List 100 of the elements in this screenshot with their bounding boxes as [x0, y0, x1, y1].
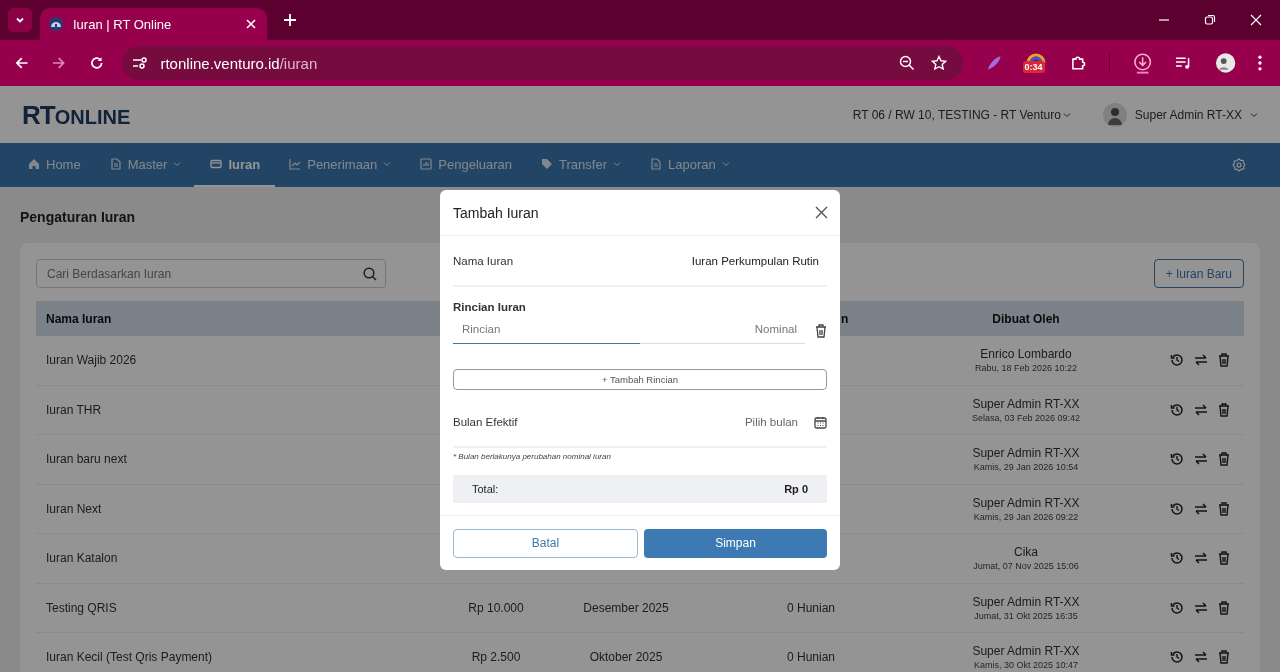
search-field[interactable]: Cari Berdasarkan Iuran	[36, 259, 386, 288]
delete-icon[interactable]	[1218, 501, 1230, 516]
back-icon[interactable]	[14, 55, 30, 71]
creator-name: Super Admin RT-XX	[972, 495, 1080, 510]
home-icon	[28, 158, 40, 170]
hint-text: * Bulan berlakunya perubahan nominal iuran	[453, 452, 612, 461]
tab-title: Iuran | RT Online	[73, 16, 173, 32]
swap-icon[interactable]	[1194, 651, 1208, 664]
document-icon	[650, 158, 662, 170]
logo: RTONLINE	[22, 101, 131, 128]
table-cell: Desember 2025	[583, 600, 669, 615]
menu-icon[interactable]	[1258, 55, 1262, 71]
delete-icon[interactable]	[1218, 353, 1230, 368]
history-icon[interactable]	[1170, 353, 1184, 368]
table-cell-text: Iuran Next	[45, 501, 103, 516]
settings-icon[interactable]	[1232, 158, 1246, 172]
site-icon	[48, 16, 64, 32]
delete-icon[interactable]	[1218, 650, 1230, 665]
delete-icon[interactable]	[1218, 402, 1230, 417]
delete-icon[interactable]	[1218, 551, 1230, 566]
site-settings-icon[interactable]	[132, 56, 149, 70]
swap-icon[interactable]	[1194, 453, 1208, 466]
nav-tab[interactable]: Master	[109, 143, 197, 187]
community-selector[interactable]: RT 06 / RW 10, TESTING - RT Venturo	[852, 107, 1061, 122]
table-cell: Rp 10.000	[468, 600, 524, 615]
dialog-button[interactable]: Batal	[453, 528, 638, 558]
history-icon[interactable]	[1170, 402, 1184, 417]
calendar-icon	[814, 415, 827, 429]
delete-icon[interactable]	[1218, 600, 1230, 615]
page-title: Pengaturan Iuran	[20, 209, 136, 225]
table-cell-text: Iuran Wajib 2026	[45, 353, 138, 368]
swap-icon[interactable]	[1194, 502, 1208, 515]
delete-icon[interactable]	[1218, 452, 1230, 467]
table-cell: 0 Hunian	[786, 650, 835, 665]
user-menu[interactable]: Super Admin RT-XX	[1134, 107, 1242, 122]
table-cell-text: Iuran THR	[45, 402, 103, 417]
created-date: Kamis, 29 Jan 2026 10:54	[973, 462, 1079, 473]
timer-badge: 0:34	[1022, 61, 1045, 73]
swap-icon[interactable]	[1194, 354, 1208, 367]
table-cell: Rp 2.500	[471, 650, 521, 665]
new-dues-button[interactable]: + Iuran Baru	[1153, 259, 1244, 288]
download-icon[interactable]	[1132, 52, 1154, 74]
section-label: Rincian Iuran	[453, 301, 527, 313]
history-icon[interactable]	[1170, 452, 1184, 467]
creator-name: Super Admin RT-XX	[972, 396, 1080, 411]
address-bar[interactable]: rtonline.venturo.id/iuran	[122, 46, 964, 80]
swap-icon[interactable]	[1194, 552, 1208, 565]
tag-icon	[541, 158, 554, 170]
tab-search-button[interactable]	[8, 8, 32, 32]
restore-icon[interactable]	[1204, 14, 1216, 26]
table-cell: 0 Hunian	[786, 600, 835, 615]
document-icon	[109, 158, 122, 170]
rainbow-icon[interactable]	[1026, 51, 1047, 63]
creator-name: Enrico Lombardo	[980, 347, 1072, 362]
total-label: Total:	[472, 483, 499, 495]
search-icon	[363, 267, 377, 281]
creator-name: Cika	[1014, 545, 1038, 560]
table-cell-text: Testing QRIS	[45, 600, 118, 615]
history-icon[interactable]	[1170, 501, 1184, 516]
delete-icon[interactable]	[815, 323, 827, 338]
total-value: Rp 0	[784, 483, 808, 495]
dialog-title: Tambah Iuran	[453, 204, 539, 221]
swap-icon[interactable]	[1194, 403, 1208, 416]
created-date: Rabu, 18 Feb 2026 10:22	[974, 363, 1078, 374]
add-detail-button[interactable]: + Tambah Rincian	[453, 369, 827, 390]
created-date: Selasa, 03 Feb 2026 09:42	[971, 412, 1081, 423]
new-tab-icon[interactable]	[283, 13, 297, 27]
column-header: Dibuat Oleh	[991, 311, 1061, 326]
history-icon[interactable]	[1170, 551, 1184, 566]
history-icon[interactable]	[1170, 650, 1184, 665]
puzzle-icon[interactable]	[1069, 54, 1088, 72]
close-icon[interactable]	[815, 206, 828, 219]
nav-tab[interactable]: Iuran	[194, 143, 276, 187]
zoom-out-icon[interactable]	[899, 55, 916, 71]
url-text: rtonline.venturo.id/iuran	[160, 54, 318, 72]
close-tab-icon[interactable]	[245, 18, 257, 30]
swap-icon[interactable]	[1194, 601, 1208, 614]
reload-icon[interactable]	[88, 55, 105, 71]
nav-tab[interactable]: Penerimaan	[289, 143, 407, 187]
chart-icon	[289, 158, 302, 170]
created-date: Kamis, 30 Okt 2025 10:47	[973, 660, 1079, 671]
card-icon	[210, 158, 223, 170]
nav-tab[interactable]: Transfer	[541, 143, 636, 187]
table-cell: Oktober 2025	[589, 650, 663, 665]
bar-chart-icon	[420, 158, 433, 170]
creator-name: Super Admin RT-XX	[972, 594, 1080, 609]
star-icon[interactable]	[931, 55, 948, 71]
nav-tab[interactable]: Pengeluaran	[420, 143, 528, 187]
history-icon[interactable]	[1170, 600, 1184, 615]
creator-name: Super Admin RT-XX	[972, 644, 1080, 659]
nav-tab[interactable]: Laporan	[650, 143, 745, 187]
field-label: Bulan Efektif	[453, 416, 518, 428]
column-header: Nama Iuran	[45, 311, 113, 326]
created-date: Kamis, 29 Jan 2026 09:22	[973, 511, 1079, 522]
browser-tab[interactable]: Iuran | RT Online	[40, 8, 267, 40]
dialog-button[interactable]: Simpan	[644, 528, 827, 558]
created-date: Jumat, 31 Okt 2025 16:35	[974, 610, 1078, 621]
profile-avatar[interactable]	[1214, 52, 1237, 74]
nav-tab[interactable]: Home	[28, 143, 96, 187]
creator-name: Super Admin RT-XX	[972, 446, 1080, 461]
